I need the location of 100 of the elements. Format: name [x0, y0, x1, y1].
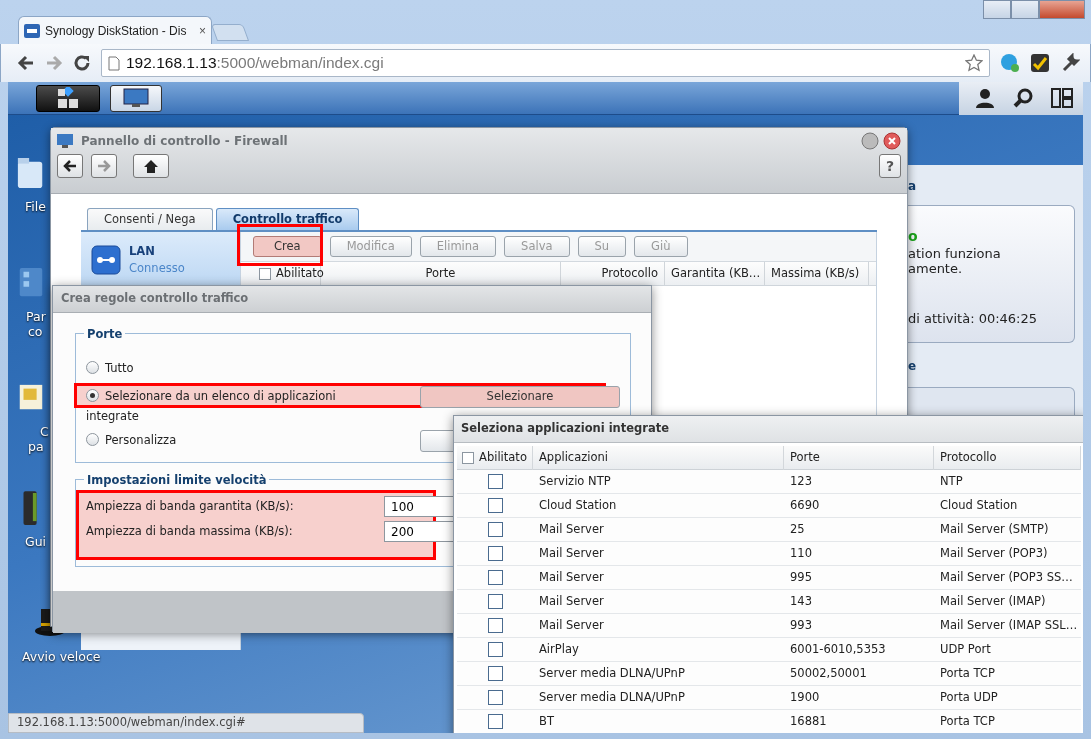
table-cell-text: Mail Server (SMTP) [939, 520, 1050, 538]
reload-icon[interactable] [73, 54, 91, 72]
icon-label[interactable]: Gui [25, 534, 47, 549]
checkbox[interactable] [487, 546, 503, 561]
table-cell-text: Mail Server (POP3 SS… [939, 568, 1074, 586]
status-message: ation funziona [908, 245, 1001, 263]
option-label[interactable]: Tutto [105, 358, 134, 378]
column-header[interactable]: Abilitato [276, 264, 324, 283]
radio-button[interactable] [86, 433, 99, 446]
back-button[interactable] [57, 154, 83, 178]
tab-title: Synology DiskStation - Dis [45, 22, 188, 40]
address-bar[interactable]: 192.168.1.13:5000/webman/index.cgi [101, 49, 990, 77]
widget-section-title: e [908, 358, 917, 375]
icon-label[interactable]: File [25, 199, 46, 214]
minimize-button[interactable] [983, 0, 1011, 19]
checkbox[interactable] [462, 451, 475, 464]
table-cell-text: Porta UDP [939, 688, 999, 706]
monitor-icon [123, 88, 149, 108]
status-message: amente. [908, 260, 963, 278]
field-label: Ampiezza di banda garantita (KB/s): [86, 497, 294, 515]
icon-label[interactable]: pa [28, 439, 44, 454]
table-cell-text: Porta TCP [939, 712, 996, 730]
status-url: 192.168.1.13:5000/webman/index.cgi# [8, 713, 364, 733]
table-cell-text: 1900 [789, 688, 821, 706]
table-cell-text: 50002,50001 [789, 664, 868, 682]
url-text: 192.168.1.13:5000/webman/index.cgi [126, 53, 385, 74]
network-icon [91, 245, 121, 275]
table-cell-text: Mail Server [538, 544, 605, 562]
checkbox[interactable] [487, 522, 503, 537]
uptime-text: di attività: 00:46:25 [908, 310, 1038, 328]
network-item[interactable]: LAN Connesso [81, 232, 240, 288]
option-label[interactable]: Selezionare da un elenco di applicazioni integrate [86, 386, 386, 426]
checkbox[interactable] [259, 267, 271, 280]
back-icon[interactable] [17, 54, 35, 72]
icon-label[interactable]: C [40, 424, 49, 439]
network-status: Connesso [129, 260, 185, 277]
column-header[interactable]: Protocollo [940, 448, 997, 467]
checkbox[interactable] [487, 618, 503, 633]
icon-label[interactable]: Par [26, 309, 46, 324]
table-cell-text: Porta TCP [939, 664, 996, 682]
checkbox[interactable] [487, 714, 503, 729]
group-title: Impostazioni limite velocità [84, 472, 270, 490]
table-cell-text: Server media DLNA/UPnP [538, 664, 686, 682]
checkbox[interactable] [487, 594, 503, 609]
table-cell-text: Mail Server [538, 616, 605, 634]
table-cell-text: Mail Server [538, 520, 605, 538]
toolbar-button[interactable]: Crea [253, 236, 322, 257]
control-panel-taskbar-button[interactable] [110, 84, 162, 112]
help-button[interactable]: ? [879, 154, 901, 178]
table-cell-text: 995 [789, 568, 813, 586]
close-icon[interactable]: × [199, 21, 206, 40]
table-cell-text: Mail Server (IMAP) [939, 592, 1047, 610]
icon-label[interactable]: Avvio veloce [22, 649, 101, 664]
column-header[interactable]: Massima (KB/s) [771, 264, 860, 283]
field-label: Ampiezza di banda massima (KB/s): [86, 522, 293, 540]
column-header[interactable]: Abilitato [479, 448, 527, 467]
forward-button[interactable] [91, 154, 117, 178]
minimize-button[interactable] [861, 132, 879, 150]
close-icon[interactable] [883, 132, 901, 150]
table-cell-text: NTP [939, 472, 964, 490]
maximize-button[interactable] [1011, 0, 1039, 19]
table-cell-text: 110 [789, 544, 813, 562]
page-icon [108, 55, 120, 71]
search-icon[interactable] [1013, 88, 1033, 108]
table-cell-text: AirPlay [538, 640, 580, 658]
column-header[interactable]: Protocollo [601, 264, 658, 283]
option-label[interactable]: Personalizza [105, 430, 177, 450]
column-header[interactable]: Garantita (KB… [671, 264, 761, 283]
table-cell-text: Server media DLNA/UPnP [538, 688, 686, 706]
table-cell-text: UDP Port [939, 640, 992, 658]
home-icon [143, 159, 159, 173]
table-cell-text: 993 [789, 616, 813, 634]
star-icon[interactable] [965, 54, 983, 72]
main-menu-button[interactable] [36, 84, 100, 112]
user-icon[interactable] [975, 88, 995, 108]
column-header[interactable]: Porte [425, 264, 456, 283]
table-cell-text: 16881 [789, 712, 828, 730]
table-cell-text: 6001-6010,5353 [789, 640, 887, 658]
table-cell-text: Mail Server (IMAP SSL… [939, 616, 1079, 634]
checkbox[interactable] [487, 690, 503, 705]
column-header[interactable]: Applicazioni [539, 448, 608, 467]
checkbox[interactable] [487, 642, 503, 657]
table-cell-text: Mail Server [538, 568, 605, 586]
checkbox[interactable] [487, 474, 503, 489]
widgets-icon[interactable] [1051, 88, 1073, 108]
table-cell-text: 143 [789, 592, 813, 610]
icon-label[interactable]: co [28, 324, 43, 339]
browser-tab[interactable]: Synology DiskStation - Dis × [18, 16, 212, 44]
table-cell-text: Servizio NTP [538, 472, 612, 490]
wrench-icon[interactable] [1060, 53, 1080, 73]
radio-button[interactable] [86, 361, 99, 374]
column-header[interactable]: Porte [790, 448, 820, 467]
select-button[interactable]: Selezionare [420, 386, 620, 408]
table-cell-text: 6690 [789, 496, 821, 514]
checkbox[interactable] [487, 666, 503, 681]
checkbox[interactable] [487, 570, 503, 585]
status-text: o [908, 227, 918, 246]
home-button[interactable] [133, 154, 169, 178]
tab[interactable]: Consenti / Nega [87, 208, 213, 230]
checkbox[interactable] [487, 498, 503, 513]
